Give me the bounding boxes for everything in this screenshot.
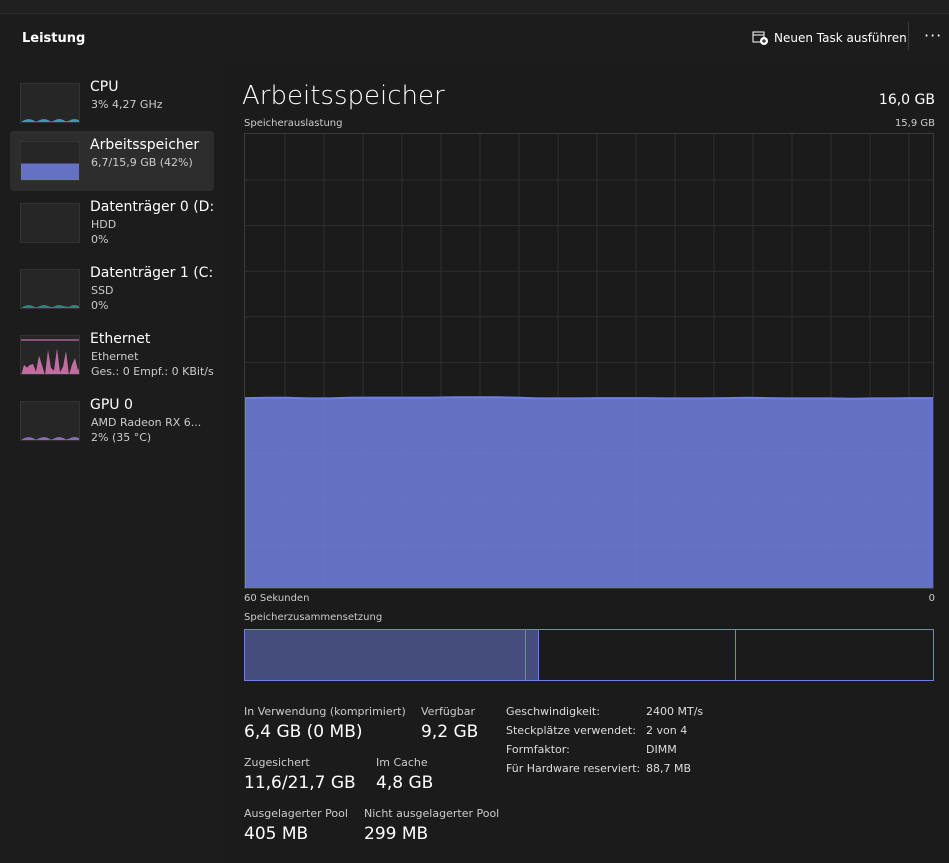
- sidebar-item-detail: 2% (35 °C): [91, 431, 152, 444]
- time-left-label: 60 Sekunden: [244, 593, 310, 604]
- detail-key: Für Hardware reserviert:: [506, 762, 641, 775]
- section-title: Arbeitsspeicher: [242, 81, 445, 111]
- usage-label: Speicherauslastung: [244, 118, 343, 129]
- sidebar-item-4[interactable]: Ethernet Ethernet Ges.: 0 Empf.: 0 KBit/s: [10, 325, 214, 385]
- sidebar-item-name: Datenträger 1 (C:): [90, 265, 214, 281]
- stat-4: Ausgelagerter Pool 405 MB: [244, 807, 348, 844]
- total-memory: 16,0 GB: [878, 92, 935, 108]
- sidebar: CPU 3% 4,27 GHz Arbeitsspeicher 6,7/15,9 GB…: [0, 63, 222, 863]
- new-task-label: Neuen Task ausführen: [774, 31, 907, 45]
- composition-standby: [539, 630, 736, 680]
- detail-value: DIMM: [646, 743, 677, 756]
- stat-1: Verfügbar 9,2 GB: [421, 705, 478, 742]
- memory-usage-area: [245, 396, 933, 588]
- new-task-icon: [752, 31, 768, 45]
- details-list: Geschwindigkeit: 2400 MT/s Steckplätze ver…: [506, 705, 703, 775]
- more-options-button[interactable]: ···: [924, 26, 942, 45]
- sidebar-item-0[interactable]: CPU 3% 4,27 GHz: [10, 73, 214, 133]
- stat-5: Nicht ausgelagerter Pool 299 MB: [364, 807, 499, 844]
- sidebar-thumbnail-graph: [20, 203, 80, 243]
- main-panel: Arbeitsspeicher 16,0 GB Speicherauslastu…: [222, 63, 949, 863]
- stat-2: Zugesichert 11,6/21,7 GB: [244, 756, 356, 793]
- composition-modified: [526, 630, 539, 680]
- composition-in-use: [245, 630, 526, 680]
- sidebar-item-3[interactable]: Datenträger 1 (C:) SSD 0%: [10, 259, 214, 319]
- sidebar-thumbnail-graph: [20, 335, 80, 375]
- stat-label: Nicht ausgelagerter Pool: [364, 807, 500, 820]
- detail-value: 88,7 MB: [646, 762, 692, 775]
- divider: [908, 22, 909, 50]
- sidebar-item-detail: 0%: [91, 299, 109, 312]
- sidebar-thumbnail-graph: [20, 269, 80, 309]
- stat-label: Zugesichert: [244, 756, 310, 769]
- title-bar: Leistung Neuen Task ausführen ···: [0, 13, 949, 63]
- new-task-button[interactable]: Neuen Task ausführen: [752, 31, 907, 45]
- detail-key: Formfaktor:: [506, 743, 570, 756]
- sidebar-item-2[interactable]: Datenträger 0 (D: E HDD 0%: [10, 193, 214, 253]
- page-title: Leistung: [22, 31, 86, 46]
- detail-value: 2400 MT/s: [646, 705, 704, 718]
- stat-value: 9,2 GB: [421, 722, 479, 742]
- sidebar-item-name: GPU 0: [90, 397, 133, 413]
- stat-3: Im Cache 4,8 GB: [376, 756, 433, 793]
- detail-key: Geschwindigkeit:: [506, 705, 600, 718]
- stat-0: In Verwendung (komprimiert) 6,4 GB (0 MB): [244, 705, 406, 742]
- stat-value: 11,6/21,7 GB: [244, 773, 356, 793]
- stat-label: Im Cache: [376, 756, 428, 769]
- memory-composition-bar: [244, 629, 934, 681]
- sidebar-item-detail: SSD: [91, 284, 114, 297]
- sidebar-thumbnail-graph: [20, 401, 80, 441]
- sidebar-item-detail: Ges.: 0 Empf.: 0 KBit/s: [91, 365, 214, 378]
- sidebar-item-name: Ethernet: [90, 331, 151, 347]
- sidebar-item-name: CPU: [90, 79, 119, 95]
- stat-label: Verfügbar: [421, 705, 476, 718]
- sidebar-item-5[interactable]: GPU 0 AMD Radeon RX 6... 2% (35 °C): [10, 391, 214, 451]
- time-right-label: 0: [928, 593, 935, 604]
- sidebar-item-detail: 3% 4,27 GHz: [91, 98, 163, 111]
- detail-key: Steckplätze verwendet:: [506, 724, 636, 737]
- stat-value: 6,4 GB (0 MB): [244, 722, 363, 742]
- stat-value: 405 MB: [244, 824, 309, 844]
- composition-free: [736, 630, 933, 680]
- usage-max: 15,9 GB: [894, 118, 935, 129]
- sidebar-item-detail: Ethernet: [91, 350, 139, 363]
- sidebar-item-detail: AMD Radeon RX 6...: [91, 416, 202, 429]
- sidebar-item-detail: 0%: [91, 233, 109, 246]
- sidebar-thumbnail-graph: [20, 83, 80, 123]
- sidebar-item-name: Arbeitsspeicher: [90, 137, 200, 153]
- sidebar-thumbnail-graph: [20, 141, 80, 181]
- detail-value: 2 von 4: [646, 724, 688, 737]
- memory-usage-chart: [244, 133, 934, 589]
- sidebar-item-1[interactable]: Arbeitsspeicher 6,7/15,9 GB (42%): [10, 131, 214, 191]
- stat-label: In Verwendung (komprimiert): [244, 705, 406, 718]
- sidebar-item-detail: HDD: [91, 218, 117, 231]
- stat-value: 299 MB: [364, 824, 429, 844]
- sidebar-item-detail: 6,7/15,9 GB (42%): [91, 156, 193, 169]
- sidebar-item-name: Datenträger 0 (D: E: [90, 199, 214, 215]
- stat-label: Ausgelagerter Pool: [244, 807, 348, 820]
- stat-value: 4,8 GB: [376, 773, 434, 793]
- composition-label: Speicherzusammensetzung: [244, 612, 383, 623]
